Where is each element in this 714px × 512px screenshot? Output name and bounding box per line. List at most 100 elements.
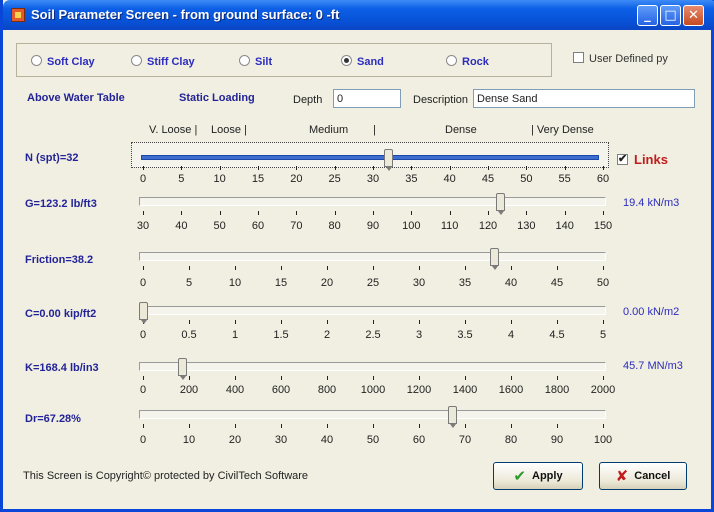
friction-tick: [511, 266, 512, 270]
radio-circle[interactable]: [446, 55, 457, 66]
dr-tick-label: 70: [458, 434, 472, 446]
soil-parameter-window: Soil Parameter Screen - from ground surf…: [0, 0, 714, 512]
friction-tick-label: 30: [412, 277, 426, 289]
radio-label: Soft Clay: [47, 56, 95, 68]
k-tick-label: 400: [225, 384, 245, 396]
g-tick: [488, 211, 489, 215]
depth-label: Depth: [293, 94, 323, 106]
radio-circle[interactable]: [131, 55, 142, 66]
radio-circle[interactable]: [239, 55, 250, 66]
k-slider-track[interactable]: [139, 362, 606, 371]
cancel-label: Cancel: [634, 470, 671, 482]
dr-tick: [235, 424, 236, 428]
dr-tick-label: 90: [550, 434, 564, 446]
c-tick-label: 0.5: [181, 329, 197, 341]
checkbox-box[interactable]: [617, 152, 628, 165]
dr-tick-label: 30: [274, 434, 288, 446]
radio-sand[interactable]: Sand: [341, 55, 384, 68]
c-slider-thumb[interactable]: [139, 302, 148, 324]
n-tick: [143, 166, 144, 170]
dr-tick: [143, 424, 144, 428]
k-tick: [327, 376, 328, 380]
n-tick: [373, 166, 374, 170]
k-tick-label: 2000: [590, 384, 616, 396]
c-tick-label: 2.5: [365, 329, 381, 341]
k-tick-label: 1800: [544, 384, 570, 396]
k-tick-label: 0: [139, 384, 147, 396]
water-table-label: Above Water Table: [27, 92, 125, 104]
dr-tick-label: 100: [593, 434, 613, 446]
n-slider-thumb[interactable]: [384, 149, 394, 171]
dr-label: Dr=67.28%: [25, 413, 81, 425]
c-tick-label: 1.5: [273, 329, 289, 341]
dr-slider-track[interactable]: [139, 410, 606, 419]
n-tick-label: 20: [290, 173, 303, 185]
k-tick: [281, 376, 282, 380]
links-label: Links: [634, 152, 668, 167]
apply-label: Apply: [532, 470, 563, 482]
checkbox-box[interactable]: [573, 52, 584, 63]
close-button[interactable]: ✕: [683, 5, 704, 26]
window-title: Soil Parameter Screen - from ground surf…: [31, 7, 340, 22]
g-tick: [219, 211, 221, 215]
dr-tick: [511, 424, 512, 428]
g-tick: [411, 211, 413, 215]
scale-dense: Dense: [445, 124, 477, 136]
radio-rock[interactable]: Rock: [446, 55, 489, 68]
radio-label: Silt: [255, 56, 273, 68]
n-spt-fill-bar: [141, 155, 599, 160]
radio-circle-selected[interactable]: [341, 55, 352, 66]
dr-tick: [465, 424, 466, 428]
c-tick: [373, 320, 374, 324]
dr-tick-label: 0: [139, 434, 147, 446]
dr-tick: [603, 424, 604, 428]
description-input[interactable]: [473, 89, 695, 108]
minimize-button[interactable]: _: [637, 5, 658, 26]
k-slider-thumb[interactable]: [177, 358, 187, 380]
links-checkbox[interactable]: Links: [617, 152, 668, 167]
apply-button[interactable]: ✔ Apply: [493, 462, 583, 490]
g-tick: [334, 211, 336, 215]
user-defined-checkbox[interactable]: User Defined py: [573, 52, 668, 65]
c-tick: [235, 320, 236, 324]
radio-label: Stiff Clay: [147, 56, 195, 68]
c-tick-label: 0: [139, 329, 147, 341]
radio-soft-clay[interactable]: Soft Clay: [31, 55, 95, 68]
g-tick-label: 60: [251, 220, 265, 232]
k-tick-label: 1400: [452, 384, 478, 396]
c-metric-value: 0.00 kN/m2: [623, 306, 680, 318]
n-tick: [526, 166, 528, 170]
dr-tick: [327, 424, 328, 428]
loading-label: Static Loading: [179, 92, 255, 104]
g-tick: [258, 211, 259, 215]
n-tick-label: 40: [443, 173, 456, 185]
checkbox-label: User Defined py: [589, 53, 668, 65]
maximize-button[interactable]: □: [660, 5, 681, 26]
friction-tick: [373, 266, 374, 270]
radio-stiff-clay[interactable]: Stiff Clay: [131, 55, 195, 68]
dr-slider-thumb[interactable]: [448, 406, 458, 428]
radio-circle[interactable]: [31, 55, 42, 66]
n-label: N (spt)=32: [25, 152, 79, 164]
cancel-button[interactable]: ✘ Cancel: [599, 462, 687, 490]
g-slider-track[interactable]: [139, 197, 606, 206]
friction-tick: [189, 266, 190, 270]
radio-silt[interactable]: Silt: [239, 55, 272, 68]
k-tick: [557, 376, 558, 380]
friction-slider-track[interactable]: [139, 252, 606, 261]
k-tick: [373, 376, 374, 380]
friction-tick: [557, 266, 558, 270]
friction-slider-thumb[interactable]: [490, 248, 500, 270]
c-tick: [189, 320, 190, 324]
g-label: G=123.2 lb/ft3: [25, 198, 97, 210]
x-icon: ✘: [615, 467, 629, 485]
c-label: C=0.00 kip/ft2: [25, 308, 97, 320]
depth-input[interactable]: [333, 89, 401, 108]
g-tick-label: 40: [175, 220, 188, 232]
n-tick-label: 5: [178, 173, 185, 185]
g-slider-thumb[interactable]: [496, 193, 506, 215]
app-icon: [11, 8, 25, 22]
c-tick-label: 5: [599, 329, 607, 341]
c-slider-track[interactable]: [139, 306, 606, 315]
c-tick-label: 4: [507, 329, 515, 341]
